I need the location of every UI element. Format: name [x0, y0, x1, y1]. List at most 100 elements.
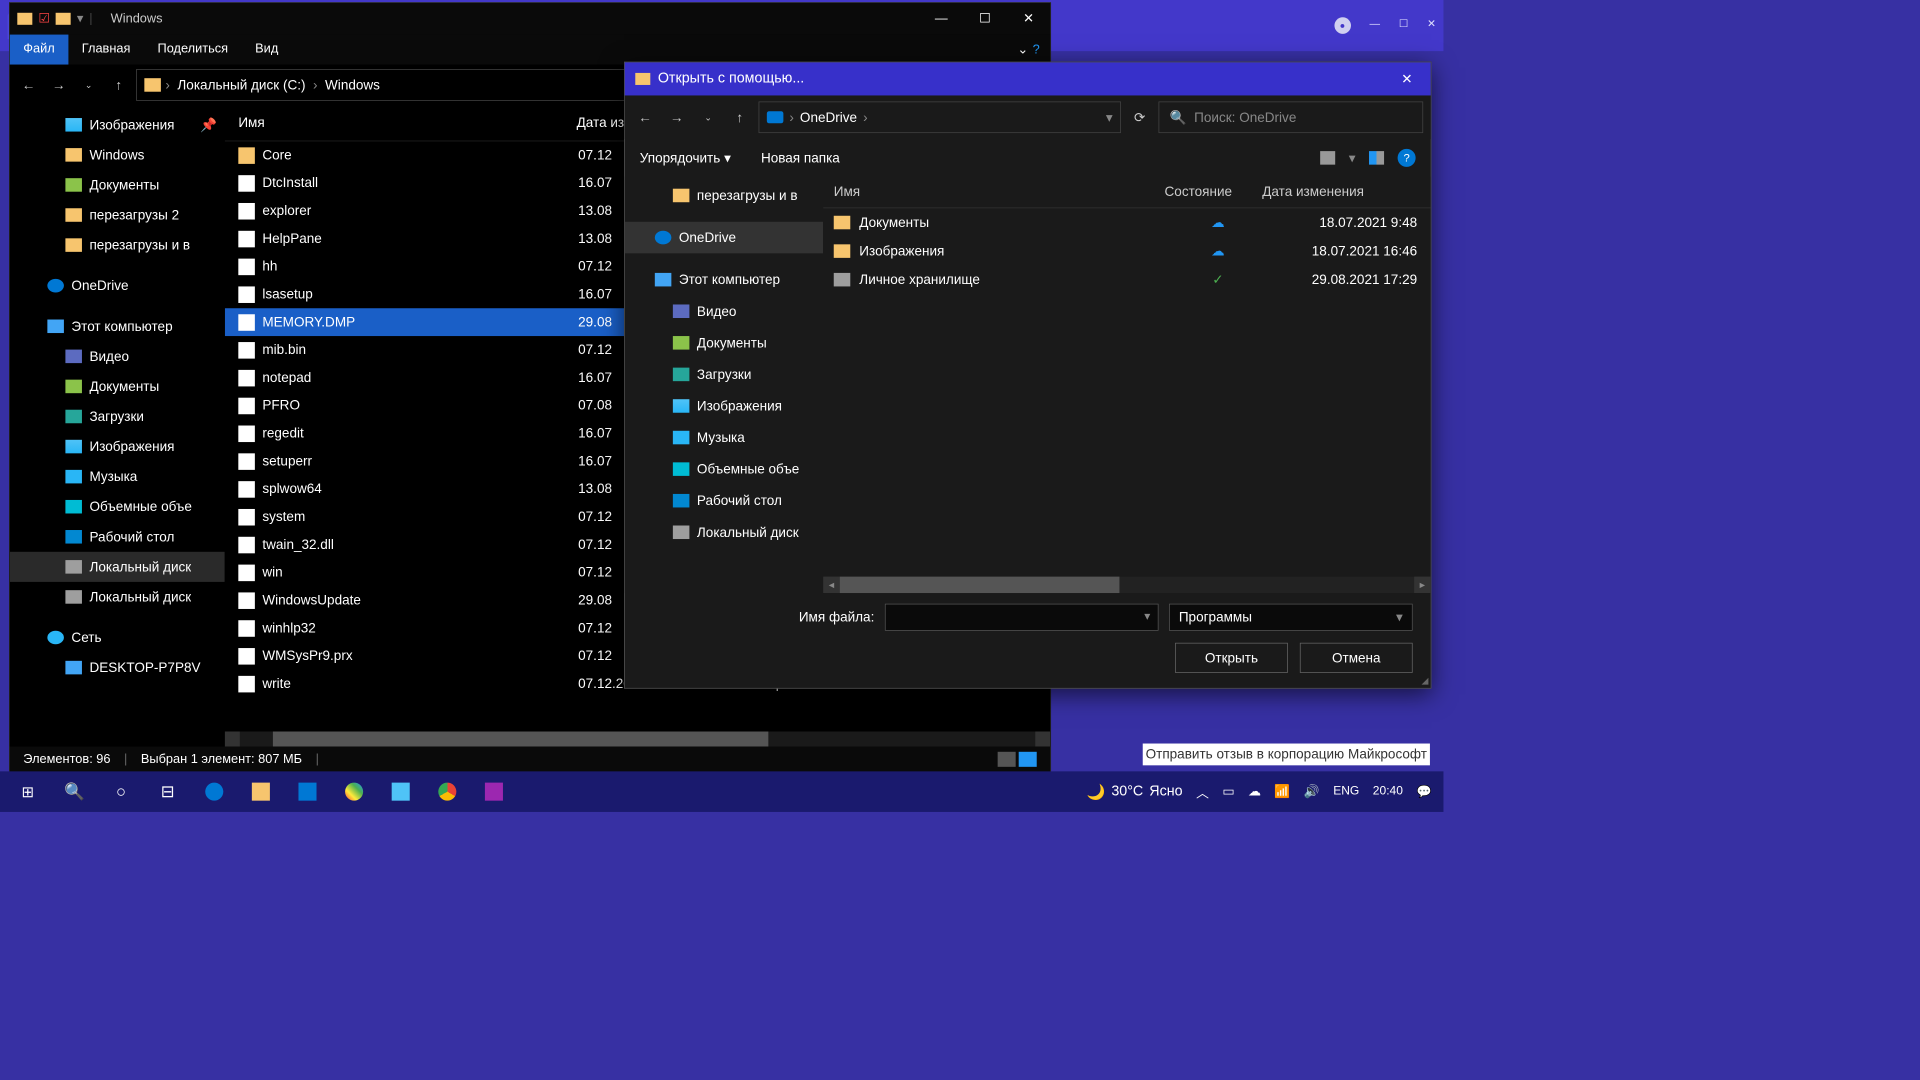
- view-tiles-icon[interactable]: [1019, 752, 1037, 767]
- nav-up-button[interactable]: ↑: [727, 109, 753, 125]
- tray-chevron-icon[interactable]: ︿: [1196, 782, 1209, 801]
- resize-grip[interactable]: ◢: [1421, 675, 1428, 686]
- sidebar-item[interactable]: Этот компьютер: [10, 311, 225, 341]
- ribbon-tab-file[interactable]: Файл: [10, 35, 68, 65]
- nav-forward-button[interactable]: →: [46, 72, 72, 98]
- sidebar-item[interactable]: перезагрузы и в: [625, 180, 823, 212]
- nav-back-button[interactable]: ←: [16, 72, 42, 98]
- browser-max-icon[interactable]: ☐: [1399, 17, 1408, 34]
- nav-up-button[interactable]: ↑: [106, 72, 132, 98]
- cortana-button[interactable]: ○: [98, 771, 145, 812]
- new-folder-button[interactable]: Новая папка: [761, 150, 840, 166]
- paint-icon[interactable]: [331, 771, 378, 812]
- column-name[interactable]: Имя: [823, 184, 1154, 200]
- view-list-icon[interactable]: [1320, 151, 1335, 165]
- sidebar-item[interactable]: Загрузки: [625, 359, 823, 391]
- sidebar-item[interactable]: Музыка: [625, 422, 823, 454]
- explorer-icon[interactable]: [238, 771, 285, 812]
- view-details-icon[interactable]: [998, 752, 1016, 767]
- organize-button[interactable]: Упорядочить ▾: [640, 150, 731, 166]
- ribbon-help-icon[interactable]: ?: [1033, 42, 1040, 57]
- dialog-titlebar[interactable]: Открыть с помощью... ✕: [625, 62, 1431, 95]
- horizontal-scrollbar[interactable]: [225, 732, 1050, 747]
- app-icon[interactable]: [471, 771, 518, 812]
- sidebar-item[interactable]: Объемные объе: [10, 492, 225, 522]
- nav-recent-button[interactable]: ⌄: [695, 112, 721, 123]
- clock[interactable]: 20:40: [1373, 785, 1403, 799]
- sidebar-item[interactable]: Изображения📌: [10, 110, 225, 140]
- qat-icon[interactable]: ☑: [38, 11, 49, 26]
- cancel-button[interactable]: Отмена: [1300, 643, 1413, 673]
- ribbon-tab-share[interactable]: Поделиться: [144, 35, 242, 65]
- sidebar-item[interactable]: перезагрузы и в: [10, 230, 225, 260]
- column-date[interactable]: Дата изменения: [1252, 184, 1431, 200]
- sidebar-item[interactable]: Видео: [10, 341, 225, 371]
- breadcrumb[interactable]: OneDrive: [800, 109, 857, 125]
- chrome-icon[interactable]: [424, 771, 471, 812]
- minimize-button[interactable]: —: [919, 3, 963, 35]
- column-state[interactable]: Состояние: [1154, 184, 1252, 200]
- browser-close-icon[interactable]: ✕: [1427, 17, 1436, 34]
- sidebar-item[interactable]: Локальный диск: [10, 582, 225, 612]
- ribbon-tab-home[interactable]: Главная: [68, 35, 144, 65]
- horizontal-scrollbar[interactable]: ◄►: [823, 577, 1430, 594]
- sidebar-item[interactable]: OneDrive: [10, 271, 225, 301]
- weather-widget[interactable]: 🌙 30°C Ясно: [1087, 782, 1183, 801]
- edge-icon[interactable]: [191, 771, 238, 812]
- address-dropdown-icon[interactable]: ▾: [1106, 109, 1113, 125]
- sidebar-item[interactable]: Рабочий стол: [625, 485, 823, 517]
- sidebar-item[interactable]: OneDrive: [625, 222, 823, 254]
- onedrive-tray-icon[interactable]: ☁: [1248, 784, 1261, 799]
- sidebar-item[interactable]: Изображения: [10, 432, 225, 462]
- sidebar-item[interactable]: Документы: [625, 327, 823, 359]
- ribbon-tab-view[interactable]: Вид: [242, 35, 292, 65]
- notifications-icon[interactable]: 💬: [1416, 784, 1431, 799]
- sidebar-item[interactable]: Локальный диск: [10, 552, 225, 582]
- sidebar-item[interactable]: Загрузки: [10, 401, 225, 431]
- breadcrumb[interactable]: Локальный диск (C:): [174, 77, 308, 93]
- sidebar-item[interactable]: Документы: [10, 371, 225, 401]
- wifi-icon[interactable]: 📶: [1274, 784, 1290, 799]
- file-row[interactable]: Изображения☁18.07.2021 16:46: [823, 237, 1430, 266]
- sidebar-item[interactable]: Видео: [625, 295, 823, 327]
- nav-back-button[interactable]: ←: [632, 109, 658, 125]
- refresh-button[interactable]: ⟳: [1127, 109, 1153, 125]
- breadcrumb[interactable]: Windows: [322, 77, 383, 93]
- sidebar-item[interactable]: перезагрузы 2: [10, 200, 225, 230]
- sidebar-item[interactable]: Локальный диск: [625, 516, 823, 548]
- start-button[interactable]: ⊞: [5, 771, 52, 812]
- file-row[interactable]: Личное хранилище✓29.08.2021 17:29: [823, 265, 1430, 294]
- profile-icon[interactable]: ●: [1334, 17, 1351, 34]
- battery-icon[interactable]: ▭: [1222, 784, 1234, 799]
- sidebar-item[interactable]: Изображения: [625, 390, 823, 422]
- sidebar-item[interactable]: DESKTOP-P7P8V: [10, 653, 225, 683]
- browser-min-icon[interactable]: —: [1370, 17, 1381, 34]
- filename-input[interactable]: ▾: [885, 604, 1159, 631]
- column-name[interactable]: Имя: [225, 115, 563, 131]
- open-button[interactable]: Открыть: [1175, 643, 1288, 673]
- calculator-icon[interactable]: [284, 771, 331, 812]
- taskview-button[interactable]: ⊟: [144, 771, 191, 812]
- dialog-close-button[interactable]: ✕: [1394, 71, 1420, 87]
- view-preview-icon[interactable]: [1369, 151, 1384, 165]
- dialog-address-bar[interactable]: › OneDrive › ▾: [759, 101, 1121, 133]
- titlebar[interactable]: ☑ ▾ | Windows — ☐ ✕: [10, 3, 1050, 35]
- help-button[interactable]: ?: [1398, 149, 1416, 167]
- sidebar-item[interactable]: Рабочий стол: [10, 522, 225, 552]
- notepad-icon[interactable]: [377, 771, 424, 812]
- dialog-search-input[interactable]: 🔍 Поиск: OneDrive: [1159, 101, 1424, 133]
- sidebar-item[interactable]: Сеть: [10, 622, 225, 652]
- search-button[interactable]: 🔍: [51, 771, 98, 812]
- sidebar-item[interactable]: Музыка: [10, 462, 225, 492]
- ribbon-expand-icon[interactable]: ⌄: [1017, 42, 1028, 57]
- nav-recent-button[interactable]: ⌄: [76, 72, 102, 98]
- dialog-column-headers[interactable]: Имя Состояние Дата изменения: [823, 177, 1430, 209]
- close-button[interactable]: ✕: [1007, 3, 1051, 35]
- filetype-filter[interactable]: Программы▾: [1169, 604, 1413, 631]
- sidebar-item[interactable]: Этот компьютер: [625, 264, 823, 296]
- maximize-button[interactable]: ☐: [963, 3, 1007, 35]
- volume-icon[interactable]: 🔊: [1304, 784, 1320, 799]
- language-indicator[interactable]: ENG: [1333, 785, 1359, 799]
- file-row[interactable]: Документы☁18.07.2021 9:48: [823, 208, 1430, 237]
- sidebar-item[interactable]: Windows: [10, 140, 225, 170]
